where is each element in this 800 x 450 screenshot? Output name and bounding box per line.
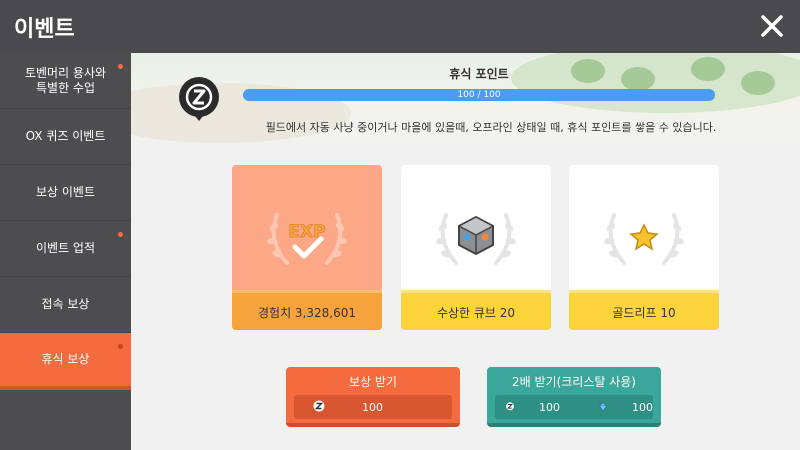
crystal-cost-value: 100 (632, 400, 653, 414)
sidebar-item-login-reward[interactable]: 접속 보상 (0, 277, 131, 333)
double-claim-button[interactable]: 2배 받기(크리스탈 사용) 100 100 (487, 367, 661, 427)
sidebar-item-label: 토벤머리 용사와 특별한 수업 (24, 65, 107, 95)
reward-label: 수상한 큐브 20 (401, 290, 551, 330)
sidebar-item-rest-reward[interactable]: 휴식 보상 (0, 333, 131, 390)
close-button[interactable] (754, 8, 790, 44)
sidebar-item-reward-event[interactable]: 보상 이벤트 (0, 165, 131, 221)
sidebar-item-label: 휴식 보상 (41, 352, 90, 366)
rest-point-icon (506, 402, 514, 411)
sidebar: 토벤머리 용사와 특별한 수업 OX 퀴즈 이벤트 보상 이벤트 이벤트 업적 … (0, 53, 131, 450)
claim-cost: 100 (294, 395, 452, 419)
cube-icon (436, 213, 516, 265)
sidebar-item-special-class[interactable]: 토벤머리 용사와 특별한 수업 (0, 53, 131, 109)
rest-point-pin-icon (179, 77, 219, 121)
sidebar-item-label: 이벤트 업적 (35, 241, 95, 255)
notification-dot (118, 344, 123, 349)
rest-points-title: 휴식 포인트 (449, 67, 509, 81)
rest-points-banner: 휴식 포인트 100 / 100 필드에서 자동 사냥 중이거나 마을에 있을때… (131, 53, 800, 146)
rest-points-description: 필드에서 자동 사냥 중이거나 마을에 있을때, 오프라인 상태일 때, 휴식 … (265, 121, 717, 134)
sidebar-item-ox-quiz[interactable]: OX 퀴즈 이벤트 (0, 109, 131, 165)
sidebar-item-label: OX 퀴즈 이벤트 (25, 129, 106, 143)
double-claim-cost: 100 100 (495, 395, 653, 419)
top-bar: 이벤트 (0, 0, 800, 53)
sidebar-item-event-achievement[interactable]: 이벤트 업적 (0, 221, 131, 277)
close-icon (761, 15, 783, 37)
reward-card-exp[interactable]: EXP 경험치 3,328,601 (232, 165, 382, 330)
main-panel: 휴식 포인트 100 / 100 필드에서 자동 사냥 중이거나 마을에 있을때… (131, 53, 800, 450)
reward-card-gold-leaf[interactable]: 골드리프 10 (569, 165, 719, 330)
progress-text: 100 / 100 (457, 90, 501, 100)
reward-label: 골드리프 10 (569, 290, 719, 330)
gold-leaf-icon (604, 213, 684, 265)
crystal-icon (598, 402, 608, 412)
page-title: 이벤트 (14, 16, 75, 42)
rest-points-progress-bar: 100 / 100 (243, 89, 715, 101)
double-claim-cost-value: 100 (539, 400, 560, 414)
double-claim-button-label: 2배 받기(크리스탈 사용) (512, 375, 636, 389)
rest-point-icon (313, 400, 325, 412)
claim-reward-button[interactable]: 보상 받기 100 (286, 367, 460, 427)
claim-cost-value: 100 (362, 400, 383, 414)
notification-dot (118, 232, 123, 237)
reward-label: 경험치 3,328,601 (232, 290, 382, 330)
sidebar-item-label: 접속 보상 (41, 297, 90, 311)
sidebar-item-label: 보상 이벤트 (35, 185, 95, 199)
notification-dot (118, 64, 123, 69)
claim-button-label: 보상 받기 (349, 375, 397, 389)
exp-icon: EXP (267, 213, 347, 265)
reward-card-cube[interactable]: 수상한 큐브 20 (401, 165, 551, 330)
